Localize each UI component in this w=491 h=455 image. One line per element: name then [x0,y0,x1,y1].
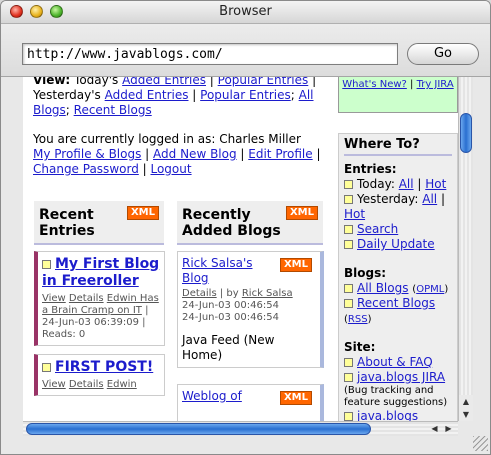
yesterday-popular-link[interactable]: Popular Entries [200,88,291,102]
sidebar-all-blogs-link[interactable]: All Blogs [357,281,408,295]
bullet-icon [344,180,353,189]
blog-details-link[interactable]: Details [182,288,217,299]
blog-description: Java Feed (New Home) [182,333,275,362]
whats-new-box: What's New? | Try JIRA [338,77,458,113]
bullet-icon [42,362,51,372]
logged-in-text: You are currently logged in as: Charles … [33,132,301,146]
rss-link[interactable]: RSS [348,314,368,325]
where-to-heading: Where To? [344,137,452,156]
recent-blogs-heading: Recently Added Blogs [182,207,281,239]
blog-item: XML Weblog of [177,384,324,421]
entry-reads: Reads: 0 [42,329,86,340]
recent-blogs-link[interactable]: Recent Blogs [74,103,152,117]
entry-date: 24-Jun-03 06:39:09 [42,317,139,328]
bullet-icon [344,195,353,204]
view-label: View: [33,77,71,87]
blog-item: XML Rick Salsa's Blog Details | by Rick … [177,251,324,368]
horizontal-scroll-thumb[interactable] [26,423,371,435]
title-bar: Browser [1,1,490,24]
yesterday-hot-link[interactable]: Hot [344,207,365,221]
jira-note: (Bug tracking and feature suggestions) [344,385,448,408]
entry-item: My First Blog in Freeroller View Details… [34,251,165,346]
today-added-link[interactable]: Added Entries [122,77,206,87]
site-section-label: Site: [344,340,376,354]
entry-details-link[interactable]: Details [69,293,104,304]
whats-new-link[interactable]: What's New? [342,79,407,90]
recent-entries-xml-button[interactable]: XML [126,206,159,220]
yesterday-added-link[interactable]: Added Entries [105,88,189,102]
today-popular-link[interactable]: Popular Entries [218,77,309,87]
recent-blogs-column: Recently Added Blogs XML XML Rick Salsa'… [177,201,324,421]
entry-title-link[interactable]: FIRST POST! [55,359,153,375]
entry-title-link[interactable]: My First Blog in Freeroller [42,256,159,289]
bullet-icon [344,412,353,421]
search-link[interactable]: Search [357,222,398,236]
blog-date: 24-Jun-03 00:46:54 [182,312,279,323]
yesterday-label: Yesterday: [357,192,419,206]
edit-profile-link[interactable]: Edit Profile [248,147,312,161]
login-info: You are currently logged in as: Charles … [33,132,321,176]
entry-item: FIRST POST! View Details Edwin [34,354,165,396]
window-title: Browser [219,4,272,19]
my-profile-link[interactable]: My Profile & Blogs [33,147,141,161]
recent-blogs-header: Recently Added Blogs XML [177,201,323,245]
today-hot-link[interactable]: Hot [425,177,446,191]
daily-update-link[interactable]: Daily Update [357,237,435,251]
view-links: View: Today's Added Entries | Popular En… [33,77,323,118]
bullet-icon [344,358,353,367]
browser-window: Browser Go View: Today's Added Entries |… [0,0,491,455]
try-jira-link[interactable]: Try JIRA [417,79,454,90]
blog-xml-button[interactable]: XML [279,391,312,405]
entry-view-link[interactable]: View [42,379,66,390]
blogs-section-label: Blogs: [344,266,387,280]
opml-link[interactable]: OPML [416,284,444,295]
url-field[interactable] [22,43,398,65]
scroll-up-arrow-icon[interactable]: ▲ [459,395,473,408]
resize-grip-icon[interactable] [473,436,488,451]
today-label: Today: [357,177,395,191]
entry-view-link[interactable]: View [42,293,66,304]
recent-blogs-xml-button[interactable]: XML [285,206,318,220]
by-label: by [226,288,239,299]
entry-author-link[interactable]: Edwin [107,379,137,390]
vertical-scroll-thumb[interactable] [460,113,472,153]
bullet-icon [42,259,51,269]
blog-title-link[interactable]: Weblog of [182,389,242,403]
bullet-icon [344,373,353,382]
javablogs-link[interactable]: java.blogs [357,409,418,421]
bullet-icon [344,240,353,249]
add-new-blog-link[interactable]: Add New Blog [153,147,237,161]
scroll-down-arrow-icon[interactable]: ▼ [459,408,473,421]
where-to-sidebar: Where To? Entries: Today: All | Hot Yest… [338,133,458,421]
sidebar-recent-blogs-link[interactable]: Recent Blogs [357,296,435,310]
logout-link[interactable]: Logout [150,162,191,176]
change-password-link[interactable]: Change Password [33,162,139,176]
bullet-icon [344,284,353,293]
today-all-link[interactable]: All [399,177,414,191]
yesterday-label: Yesterday's [33,88,101,102]
vertical-scrollbar[interactable]: ▲ ▼ [458,77,473,421]
today-label: Today's [74,77,119,87]
recent-entries-header: Recent Entries XML [34,201,164,245]
bullet-icon [344,225,353,234]
recent-entries-column: Recent Entries XML My First Blog in Free… [34,201,165,396]
blog-title-link[interactable]: Rick Salsa's Blog [182,256,253,285]
blog-date: 24-Jun-03 00:46:54 [182,300,279,311]
about-faq-link[interactable]: About & FAQ [357,355,433,369]
blog-xml-button[interactable]: XML [279,258,312,272]
entry-details-link[interactable]: Details [69,379,104,390]
toolbar: Go [1,24,490,77]
scroll-right-arrow-icon[interactable]: ▶ [442,422,455,436]
entries-section-label: Entries: [344,162,397,176]
web-content: View: Today's Added Entries | Popular En… [23,77,458,421]
scroll-left-arrow-icon[interactable]: ◀ [428,422,441,436]
bullet-icon [344,299,353,308]
recent-entries-heading: Recent Entries [39,207,95,239]
blog-author-link[interactable]: Rick Salsa [242,288,293,299]
horizontal-scrollbar[interactable]: ◀ ▶ [23,421,458,436]
jira-link[interactable]: java.blogs JIRA [357,370,445,384]
go-button[interactable]: Go [407,43,479,65]
yesterday-all-link[interactable]: All [422,192,437,206]
